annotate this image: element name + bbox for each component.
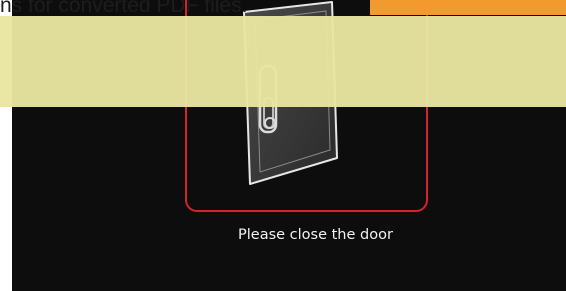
- highlight-banner: [0, 16, 566, 107]
- accent-button[interactable]: [370, 0, 566, 15]
- caption-text: ns for converted PDF files.: [0, 0, 248, 17]
- door-status-text: Please close the door: [238, 227, 393, 243]
- page: Please close the door ns for converted P…: [0, 0, 566, 291]
